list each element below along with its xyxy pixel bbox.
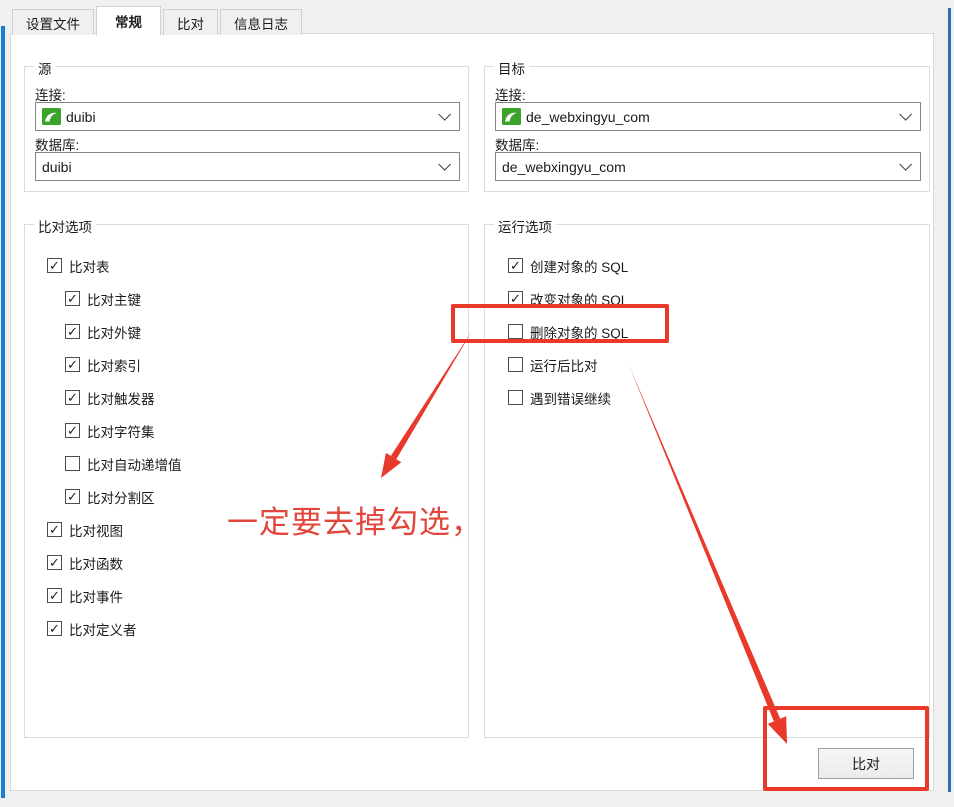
target-database-value: de_webxingyu_com xyxy=(502,159,899,175)
checkbox-row: ✓ 比对函数 xyxy=(25,546,468,579)
left-window-edge-accent xyxy=(1,26,5,798)
checkbox-label: 遇到错误继续 xyxy=(530,388,611,408)
checkbox-row: ✓ 比对索引 xyxy=(25,348,468,381)
checkbox-checked[interactable]: ✓ xyxy=(65,291,80,306)
checkbox-checked[interactable]: ✓ xyxy=(65,324,80,339)
checkbox-checked[interactable]: ✓ xyxy=(65,489,80,504)
compare-options-group: 比对选项 ✓比对表✓比对主键✓比对外键✓比对索引✓比对触发器✓比对字符集比对自动… xyxy=(24,224,469,738)
source-database-label: 数据库: xyxy=(35,134,79,154)
tab-设置文件[interactable]: 设置文件 xyxy=(12,9,94,35)
checkbox-checked[interactable]: ✓ xyxy=(47,522,62,537)
checkbox-label: 删除对象的 SQL xyxy=(530,322,628,342)
target-connection-label: 连接: xyxy=(495,84,526,104)
target-database-label: 数据库: xyxy=(495,134,539,154)
checkbox-row: ✓ 比对分割区 xyxy=(25,480,468,513)
checkbox-label: 比对索引 xyxy=(87,355,141,375)
checkbox-checked[interactable]: ✓ xyxy=(47,621,62,636)
checkbox-row: ✓ 比对视图 xyxy=(25,513,468,546)
checkbox-checked[interactable]: ✓ xyxy=(47,588,62,603)
checkbox-row: ✓ 比对定义者 xyxy=(25,612,468,645)
checkbox-row: ✓ 比对主键 xyxy=(25,282,468,315)
checkbox-row: 运行后比对 xyxy=(485,348,929,381)
target-connection-value: de_webxingyu_com xyxy=(526,109,899,125)
checkbox-unchecked[interactable] xyxy=(508,357,523,372)
compare-dialog: 设置文件常规比对信息日志 源 连接: duibi 数据库: duibi 目标 xyxy=(0,0,954,807)
checkbox-unchecked[interactable] xyxy=(65,456,80,471)
run-options-list: ✓ 创建对象的 SQL ✓ 改变对象的 SQL 删除对象的 SQL 运行后比对遇到错误继续 xyxy=(485,249,929,414)
source-group-title: 源 xyxy=(34,58,56,78)
checkbox-label: 改变对象的 SQL xyxy=(530,289,628,309)
checkbox-label: 创建对象的 SQL xyxy=(530,256,628,276)
tab-信息日志[interactable]: 信息日志 xyxy=(220,9,302,35)
compare-button[interactable]: 比对 xyxy=(818,748,914,779)
checkbox-label: 比对表 xyxy=(69,256,110,276)
checkbox-unchecked[interactable] xyxy=(508,324,523,339)
checkbox-label: 比对主键 xyxy=(87,289,141,309)
checkbox-checked[interactable]: ✓ xyxy=(508,258,523,273)
compare-options-list: ✓ 比对表 ✓ 比对主键 ✓ 比对外键 ✓ 比对索引 ✓ 比对触发器 ✓ 比对字符集比对自动递增值 ✓ 比… xyxy=(25,249,468,645)
source-connection-label: 连接: xyxy=(35,84,66,104)
checkbox-checked[interactable]: ✓ xyxy=(65,357,80,372)
checkbox-label: 比对事件 xyxy=(69,586,123,606)
run-options-group: 运行选项 ✓创建对象的 SQL✓改变对象的 SQL删除对象的 SQL运行后比对遇… xyxy=(484,224,930,738)
checkbox-row: ✓ 创建对象的 SQL xyxy=(485,249,929,282)
source-database-value: duibi xyxy=(42,159,438,175)
source-group: 源 连接: duibi 数据库: duibi xyxy=(24,66,469,192)
checkbox-checked[interactable]: ✓ xyxy=(65,390,80,405)
chevron-down-icon xyxy=(438,158,451,171)
run-options-title: 运行选项 xyxy=(494,216,556,236)
chevron-down-icon xyxy=(899,108,912,121)
checkbox-label: 比对分割区 xyxy=(87,487,155,507)
checkbox-label: 比对触发器 xyxy=(87,388,155,408)
checkbox-label: 比对外键 xyxy=(87,322,141,342)
target-group: 目标 连接: de_webxingyu_com 数据库: de_webxingy… xyxy=(484,66,930,192)
compare-options-title: 比对选项 xyxy=(34,216,96,236)
tab-比对[interactable]: 比对 xyxy=(163,9,218,35)
tab-常规[interactable]: 常规 xyxy=(96,6,161,36)
checkbox-row: ✓ 比对字符集 xyxy=(25,414,468,447)
checkbox-label: 运行后比对 xyxy=(530,355,598,375)
mysql-icon xyxy=(502,108,521,125)
checkbox-checked[interactable]: ✓ xyxy=(47,555,62,570)
checkbox-checked[interactable]: ✓ xyxy=(47,258,62,273)
chevron-down-icon xyxy=(438,108,451,121)
checkbox-checked[interactable]: ✓ xyxy=(65,423,80,438)
checkbox-row: ✓ 比对外键 xyxy=(25,315,468,348)
right-window-edge-accent xyxy=(948,8,951,792)
checkbox-row: ✓ 比对表 xyxy=(25,249,468,282)
checkbox-row: 删除对象的 SQL xyxy=(485,315,929,348)
checkbox-row: 比对自动递增值 xyxy=(25,447,468,480)
checkbox-label: 比对视图 xyxy=(69,520,123,540)
checkbox-label: 比对自动递增值 xyxy=(87,454,182,474)
checkbox-checked[interactable]: ✓ xyxy=(508,291,523,306)
general-tab-panel: 源 连接: duibi 数据库: duibi 目标 连接: xyxy=(10,33,934,791)
source-connection-select[interactable]: duibi xyxy=(35,102,460,131)
target-database-select[interactable]: de_webxingyu_com xyxy=(495,152,921,181)
checkbox-row: 遇到错误继续 xyxy=(485,381,929,414)
source-database-select[interactable]: duibi xyxy=(35,152,460,181)
checkbox-label: 比对字符集 xyxy=(87,421,155,441)
checkbox-row: ✓ 比对事件 xyxy=(25,579,468,612)
source-connection-value: duibi xyxy=(66,109,438,125)
checkbox-row: ✓ 比对触发器 xyxy=(25,381,468,414)
checkbox-unchecked[interactable] xyxy=(508,390,523,405)
tab-bar: 设置文件常规比对信息日志 xyxy=(12,5,304,35)
checkbox-row: ✓ 改变对象的 SQL xyxy=(485,282,929,315)
checkbox-label: 比对定义者 xyxy=(69,619,137,639)
checkbox-label: 比对函数 xyxy=(69,553,123,573)
chevron-down-icon xyxy=(899,158,912,171)
mysql-icon xyxy=(42,108,61,125)
target-connection-select[interactable]: de_webxingyu_com xyxy=(495,102,921,131)
target-group-title: 目标 xyxy=(494,58,529,78)
